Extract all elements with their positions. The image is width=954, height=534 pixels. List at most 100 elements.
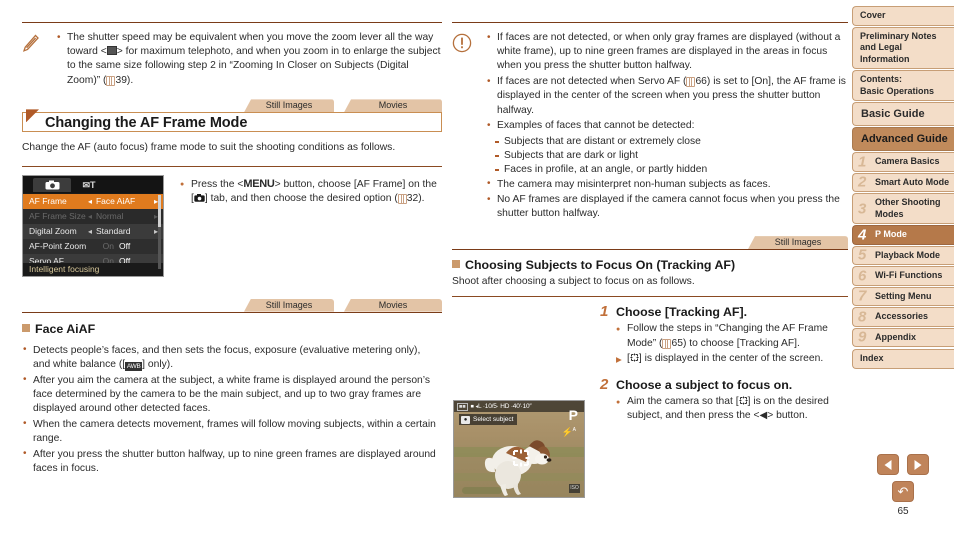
sub-heading-square-icon [22, 323, 30, 332]
sidebar-item-label: Advanced Guide [861, 133, 948, 145]
back-arrow-icon: ↶ [897, 484, 909, 499]
list-item: If faces are not detected when Servo AF … [486, 75, 848, 118]
sidebar-item-label: Camera Basics [875, 156, 940, 166]
note-item: The shutter speed may be equivalent when… [56, 31, 442, 88]
sidebar-item-label: Accessories [875, 311, 929, 321]
sidebar-item-label: Preliminary Notes and Legal Information [860, 30, 937, 64]
sidebar-item-cover[interactable]: Cover [852, 6, 954, 26]
sub-heading-face-aiaf: Face AiAF [22, 322, 442, 337]
sidebar-item-label: Basic Guide [861, 108, 925, 120]
tracking-af-intro: Shoot after choosing a subject to focus … [452, 276, 695, 288]
menu-row-left-arrow[interactable]: ◂ [88, 227, 92, 236]
steps-text-column: 1 Choose [Tracking AF]. Follow the steps… [600, 303, 848, 424]
tab-still-images-mid: Still Images [748, 236, 848, 250]
sidebar-item-index[interactable]: Index [852, 349, 954, 369]
sidebar-item-label: Smart Auto Mode [875, 176, 950, 187]
tracking-af-frame-icon [512, 449, 530, 467]
menu-row-label: Digital Zoom [29, 226, 77, 237]
menu-row-left-arrow: ◂ [87, 211, 92, 221]
menu-scrollbar-track[interactable] [158, 194, 161, 269]
list-item: When the camera detects movement, frames… [22, 417, 438, 446]
left-column: The shutter speed may be equivalent when… [22, 0, 442, 477]
menu-instruction-list: Press the <MENU> button, choose [AF Fram… [180, 177, 442, 206]
sidebar-item-label: Other Shooting Modes [875, 197, 941, 219]
tab-still-images: Still Images [244, 99, 334, 113]
menu-figure-row: ✉T AF Frame ◂ Face AiAF ▸ AF Frame Size … [22, 174, 442, 277]
sub-heading-tracking-af: Choosing Subjects to Focus On (Tracking … [452, 258, 848, 273]
list-item: Examples of faces that cannot be detecte… [486, 119, 848, 133]
sub-heading-text: Choosing Subjects to Focus On (Tracking … [465, 258, 736, 273]
section-heading-af-frame-mode: Changing the AF Frame Mode [22, 109, 442, 133]
sidebar-item-camera-basics[interactable]: 1 Camera Basics [852, 152, 954, 172]
step-1: 1 Choose [Tracking AF]. Follow the steps… [600, 303, 848, 367]
tab-movies-2: Movies [344, 298, 442, 312]
warning-list-after: The camera may misinterpret non-human su… [486, 177, 848, 222]
sidebar-item-p-mode[interactable]: 4 P Mode [852, 225, 954, 245]
warning-callout-body: If faces are not detected, or when only … [486, 31, 848, 223]
sidebar-item-advanced-guide[interactable]: Advanced Guide [852, 127, 954, 151]
previous-page-button[interactable] [876, 454, 899, 475]
select-subject-label: Select subject [473, 416, 514, 424]
sidebar-item-accessories[interactable]: 8 Accessories [852, 307, 954, 327]
pencil-note-icon [22, 31, 48, 89]
list-item: Faces in profile, at an angle, or partly… [495, 163, 848, 177]
sidebar-item-contents[interactable]: Contents: Basic Operations [852, 70, 954, 101]
sidebar-item-preliminary-notes[interactable]: Preliminary Notes and Legal Information [852, 26, 954, 69]
menu-scrollbar-thumb[interactable] [158, 194, 161, 227]
steps-row: ■■ ⏹ ◂L ·10/5· HD ·40′·10″ ● Select subj… [452, 303, 848, 499]
list-item: After you aim the camera at the subject,… [22, 373, 438, 417]
menu-instruction-block: Press the <MENU> button, choose [AF Fram… [180, 175, 442, 277]
camera-menu-screenshot: ✉T AF Frame ◂ Face AiAF ▸ AF Frame Size … [22, 174, 164, 277]
chapter-number: 1 [858, 153, 867, 171]
sidebar-item-other-shooting-modes[interactable]: 3 Other Shooting Modes [852, 193, 954, 224]
camera-tab-icon[interactable] [33, 177, 71, 192]
menu-row-af-point-zoom[interactable]: AF-Point Zoom On Off [23, 238, 163, 254]
page-ref-icon [662, 338, 672, 349]
note-callout: The shutter speed may be equivalent when… [22, 23, 442, 89]
section-heading-text: Changing the AF Frame Mode [45, 115, 248, 132]
setup-tab-icon[interactable]: ✉T [74, 179, 104, 192]
sidebar-item-playback-mode[interactable]: 5 Playback Mode [852, 245, 954, 265]
divider-mid-1 [452, 249, 848, 251]
page-number: 65 [897, 506, 909, 517]
list-item: Aim the camera so that [] is on the desi… [616, 395, 848, 423]
middle-column: If faces are not detected, or when only … [452, 0, 848, 499]
menu-instruction-item: Press the <MENU> button, choose [AF Fram… [180, 177, 442, 206]
note-callout-body: The shutter speed may be equivalent when… [56, 31, 442, 89]
list-item: If faces are not detected, or when only … [486, 31, 848, 74]
warning-exclamation-icon [452, 31, 478, 223]
chapter-number: 7 [858, 287, 867, 305]
tab-row-left-1: Still Images Movies [22, 99, 442, 113]
shooting-mode-label: P [568, 407, 578, 424]
chevron-right-icon [914, 459, 922, 470]
tab-still-images-2: Still Images [244, 298, 334, 312]
menu-row-left-arrow[interactable]: ◂ [88, 197, 92, 206]
divider-left-1 [22, 165, 442, 167]
sidebar-nav: Cover Preliminary Notes and Legal Inform… [852, 6, 954, 370]
menu-row-digital-zoom[interactable]: Digital Zoom ◂ Standard ▸ [23, 223, 163, 239]
menu-row-on-label: On [102, 241, 114, 252]
warning-callout: If faces are not detected, or when only … [452, 23, 848, 223]
camera-tab-inline-icon [194, 193, 205, 202]
sidebar-item-basic-guide[interactable]: Basic Guide [852, 102, 954, 126]
menu-footer-hint: Intelligent focusing [23, 262, 163, 276]
list-item: No AF frames are displayed if the camera… [486, 193, 848, 221]
next-page-button[interactable] [907, 454, 930, 475]
chapter-number: 4 [858, 226, 867, 244]
sidebar-item-smart-auto-mode[interactable]: 2 Smart Auto Mode [852, 172, 954, 192]
sidebar-item-label: Index [860, 353, 884, 363]
back-button[interactable]: ↶ [892, 481, 914, 502]
left-arrow-button-icon: ◀ [759, 410, 768, 422]
list-item: [] is displayed in the center of the scr… [616, 352, 848, 367]
list-item: After you press the shutter button halfw… [22, 447, 438, 476]
menu-row-value: Off [119, 241, 131, 252]
sidebar-item-appendix[interactable]: 9 Appendix [852, 327, 954, 347]
sidebar-item-setting-menu[interactable]: 7 Setting Menu [852, 286, 954, 306]
sidebar-item-label: Contents: Basic Operations [860, 74, 935, 96]
battery-icon: ■■ [457, 402, 468, 411]
tab-movies: Movies [344, 99, 442, 113]
manual-page: The shutter speed may be equivalent when… [0, 0, 954, 534]
page-nav-controls: ↶ 65 [858, 454, 948, 517]
menu-row-af-frame[interactable]: AF Frame ◂ Face AiAF ▸ [23, 193, 163, 209]
sidebar-item-wifi-functions[interactable]: 6 Wi-Fi Functions [852, 266, 954, 286]
